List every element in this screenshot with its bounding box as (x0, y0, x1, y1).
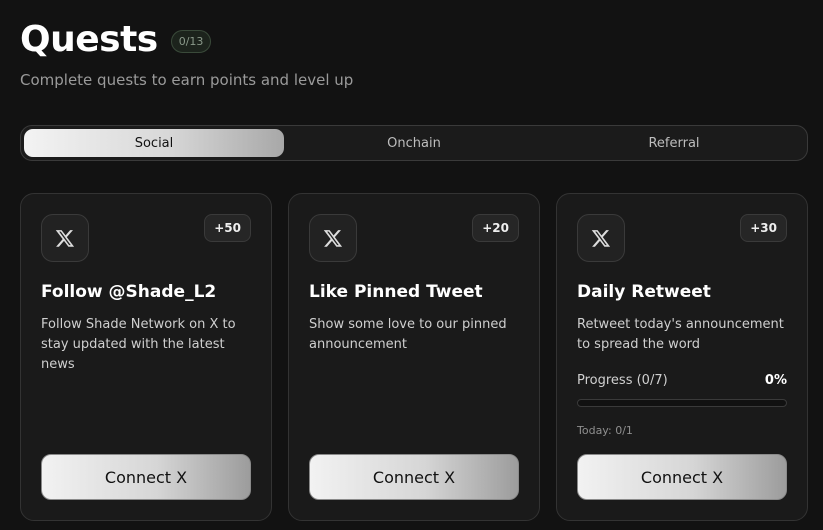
tab-onchain[interactable]: Onchain (284, 129, 544, 157)
quests-page: Quests 0/13 Complete quests to earn poin… (0, 0, 823, 530)
quest-description: Follow Shade Network on X to stay update… (41, 317, 236, 372)
x-logo-icon (41, 214, 89, 262)
quest-title: Daily Retweet (577, 282, 711, 302)
quest-card-like: +20 Like Pinned Tweet Show some love to … (288, 193, 540, 521)
points-badge: +20 (472, 214, 519, 242)
progress-percent: 0% (764, 373, 787, 388)
connect-x-button[interactable]: Connect X (577, 454, 787, 500)
quest-category-tabs: Social Onchain Referral (20, 125, 808, 161)
progress-bar (577, 399, 787, 407)
progress-label: Progress (0/7) (577, 373, 668, 388)
quest-description: Show some love to our pinned announcemen… (309, 317, 507, 352)
quest-title: Follow @Shade_L2 (41, 282, 217, 302)
tab-social[interactable]: Social (24, 129, 284, 157)
page-title: Quests (20, 19, 158, 60)
points-badge: +30 (740, 214, 787, 242)
quest-description: Retweet today's announcement to spread t… (577, 317, 784, 352)
quest-card-follow: +50 Follow @Shade_L2 Follow Shade Networ… (20, 193, 272, 521)
today-progress: Today: 0/1 (577, 424, 633, 437)
tab-referral[interactable]: Referral (544, 129, 804, 157)
quest-count-badge: 0/13 (170, 29, 212, 53)
connect-x-button[interactable]: Connect X (41, 454, 251, 500)
points-badge: +50 (204, 214, 251, 242)
x-logo-icon (577, 214, 625, 262)
title-row: Quests 0/13 (20, 18, 212, 62)
quest-title: Like Pinned Tweet (309, 282, 483, 302)
connect-x-button[interactable]: Connect X (309, 454, 519, 500)
quest-card-retweet: +30 Daily Retweet Retweet today's announ… (556, 193, 808, 521)
x-logo-icon (309, 214, 357, 262)
page-subtitle: Complete quests to earn points and level… (20, 71, 354, 89)
